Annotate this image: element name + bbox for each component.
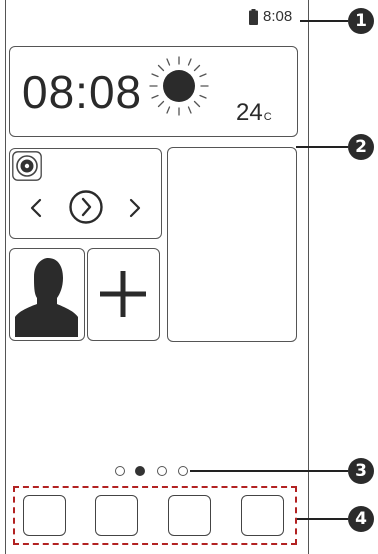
clock-time: 08:08 xyxy=(22,66,143,118)
plus-icon xyxy=(100,271,146,317)
temperature-value: 24 xyxy=(236,99,263,126)
contact-shortcut[interactable] xyxy=(9,248,85,341)
page-dot-2[interactable] xyxy=(135,466,145,476)
temperature: 24C xyxy=(236,99,272,131)
sun-icon xyxy=(149,56,209,116)
previous-icon[interactable] xyxy=(29,197,43,219)
leader-line-3 xyxy=(190,470,348,472)
empty-widget-area[interactable] xyxy=(167,147,297,342)
status-time: 8:08 xyxy=(263,8,293,25)
battery-icon xyxy=(249,9,258,25)
callout-4: 4 xyxy=(348,506,374,532)
dock-slot-4[interactable] xyxy=(241,495,284,536)
temperature-unit: C xyxy=(263,111,272,123)
clock-weather-widget[interactable]: 08:08 24C xyxy=(9,46,298,137)
dock-slot-1[interactable] xyxy=(23,495,66,536)
add-widget-button[interactable] xyxy=(87,248,160,341)
leader-line-1 xyxy=(300,20,348,22)
status-bar: 8:08 xyxy=(5,0,309,34)
dock xyxy=(13,486,297,545)
callout-2: 2 xyxy=(348,134,374,160)
contact-silhouette-icon xyxy=(12,251,81,337)
leader-line-4 xyxy=(297,518,348,520)
music-widget xyxy=(9,148,162,239)
next-icon[interactable] xyxy=(128,197,142,219)
music-disc-icon[interactable] xyxy=(12,151,42,181)
dock-slot-3[interactable] xyxy=(168,495,211,536)
page-dot-4[interactable] xyxy=(178,466,188,476)
dock-slot-2[interactable] xyxy=(95,495,138,536)
callout-3: 3 xyxy=(348,458,374,484)
leader-line-2 xyxy=(296,146,348,148)
page-dot-3[interactable] xyxy=(157,466,167,476)
page-dot-1[interactable] xyxy=(115,466,125,476)
play-icon[interactable] xyxy=(68,189,104,225)
callout-1: 1 xyxy=(348,8,374,34)
